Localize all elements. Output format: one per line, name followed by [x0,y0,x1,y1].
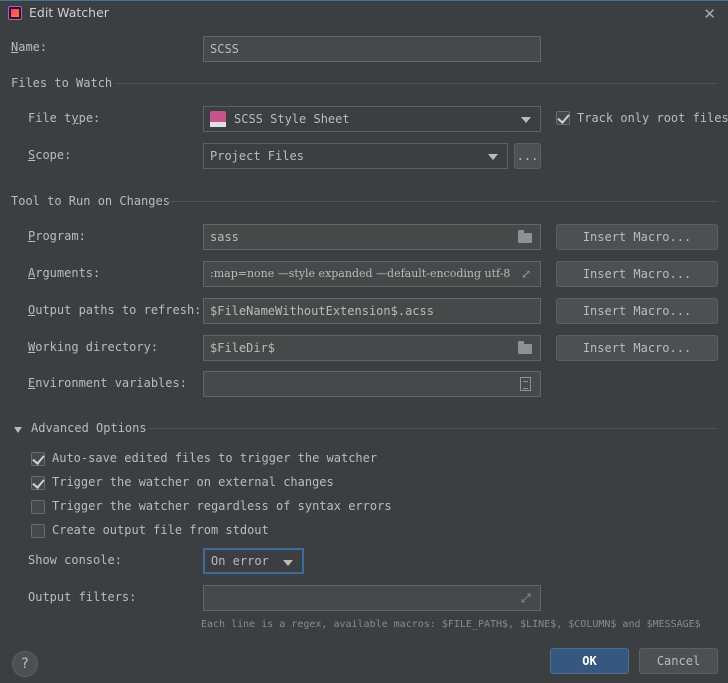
name-value: SCSS [210,42,239,56]
ok-button[interactable]: OK [550,648,629,674]
insert-macro-button[interactable]: Insert Macro... [556,298,718,324]
output-paths-label: Output paths to refresh: [28,303,202,317]
env-label: Environment variables: [28,376,187,390]
expand-icon[interactable]: ⤢ [521,268,533,280]
arguments-field[interactable]: :map=none —style expanded —default-encod… [203,261,541,287]
scope-dropdown[interactable]: Project Files [203,143,508,169]
help-button[interactable]: ? [12,651,38,677]
expand-icon[interactable]: ⤢ [521,592,533,604]
title-bar: Edit Watcher ✕ [0,0,728,24]
chevron-down-icon [488,154,498,160]
section-divider [114,83,718,84]
file-type-dropdown[interactable]: SCSS Style Sheet [203,106,541,132]
insert-macro-button[interactable]: Insert Macro... [556,261,718,287]
scope-more-button[interactable]: ... [514,143,541,169]
auto-save-checkbox[interactable] [31,452,45,466]
syntax-errors-checkbox[interactable] [31,500,45,514]
files-to-watch-title: Files to Watch [11,76,113,90]
section-divider [167,201,718,202]
folder-icon[interactable] [518,341,532,354]
program-field[interactable]: sass [203,224,541,250]
collapse-triangle-icon[interactable] [14,427,22,433]
sass-icon [210,111,226,127]
program-value: sass [210,230,239,244]
external-changes-label: Trigger the watcher on external changes [52,475,334,489]
document-icon[interactable] [520,377,531,391]
section-divider [148,428,718,429]
output-paths-value: $FileNameWithoutExtension$.acss [210,304,434,318]
output-filters-label: Output filters: [28,590,137,604]
chevron-down-icon [283,560,293,566]
file-type-label: File type: [28,111,101,125]
name-label: Name: [11,40,48,54]
folder-icon[interactable] [518,230,532,243]
auto-save-label: Auto-save edited files to trigger the wa… [52,451,378,465]
output-paths-field[interactable]: $FileNameWithoutExtension$.acss [203,298,541,324]
arguments-value: :map=none —style expanded —default-encod… [210,267,511,280]
close-icon[interactable]: ✕ [703,5,716,23]
file-type-value: SCSS Style Sheet [234,112,350,126]
env-field[interactable] [203,371,541,397]
show-console-value: On error [211,554,269,568]
program-label: Program: [28,229,86,243]
insert-macro-button[interactable]: Insert Macro... [556,335,718,361]
app-icon [8,6,22,20]
show-console-label: Show console: [28,553,122,567]
syntax-errors-label: Trigger the watcher regardless of syntax… [52,499,392,513]
advanced-options-title[interactable]: Advanced Options [31,421,147,435]
working-dir-value: $FileDir$ [210,341,276,355]
scope-label: Scope: [28,148,72,162]
cancel-button[interactable]: Cancel [639,648,718,674]
working-dir-field[interactable]: $FileDir$ [203,335,541,361]
chevron-down-icon [521,117,531,123]
stdout-checkbox[interactable] [31,524,45,538]
external-changes-checkbox[interactable] [31,476,45,490]
output-filters-field[interactable]: ⤢ [203,585,541,611]
insert-macro-button[interactable]: Insert Macro... [556,224,718,250]
name-field[interactable]: SCSS [203,36,541,62]
working-dir-label: Working directory: [28,340,159,354]
track-root-label: Track only root files [577,111,728,125]
window-title: Edit Watcher [29,5,109,20]
scope-value: Project Files [210,149,304,163]
tool-section-title: Tool to Run on Changes [11,194,170,208]
output-filters-hint: Each line is a regex, available macros: … [201,619,701,630]
stdout-label: Create output file from stdout [52,523,269,537]
show-console-dropdown[interactable]: On error [203,548,304,574]
track-root-checkbox[interactable] [556,111,570,125]
arguments-label: Arguments: [28,266,101,280]
